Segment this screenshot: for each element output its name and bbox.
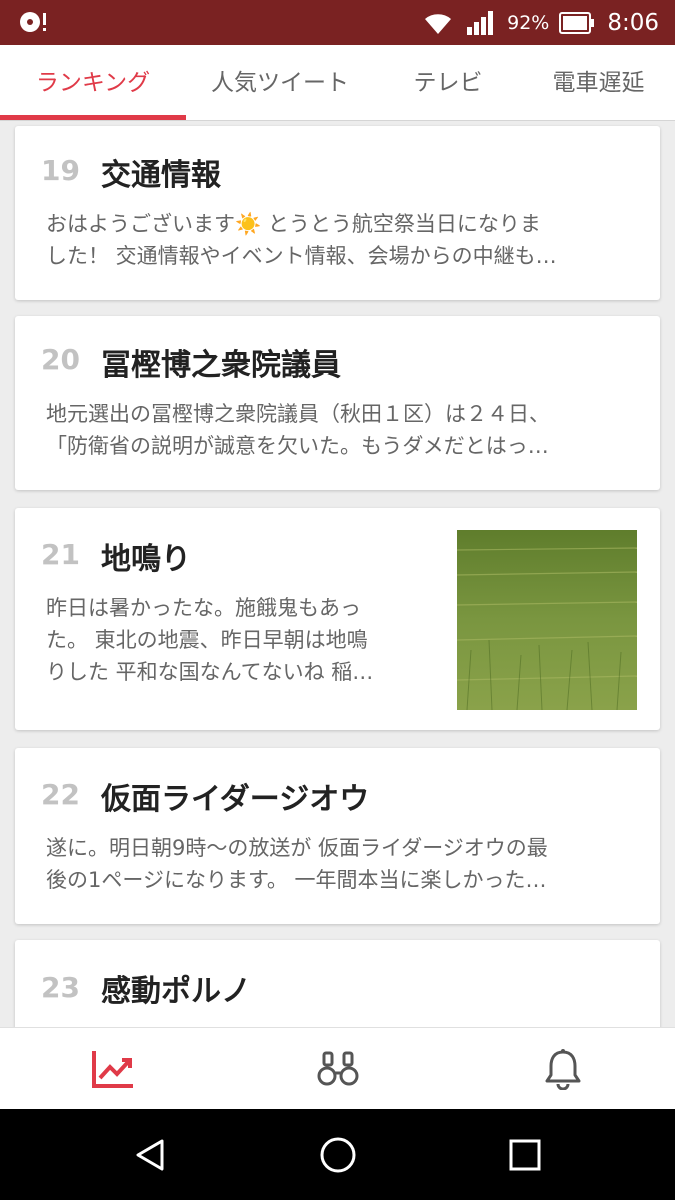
recents-icon xyxy=(509,1139,541,1170)
notification-icon xyxy=(18,9,50,35)
bell-icon xyxy=(545,1049,580,1090)
home-icon xyxy=(320,1137,356,1172)
item-excerpt: おはようございます☀️ とうとう航空祭当日になりま した！ 交通情報やイベント情… xyxy=(46,212,557,268)
tab-bar: ランキング 人気ツイート テレビ 電車遅延 xyxy=(0,45,675,121)
ranking-list: 19 交通情報 おはようございます☀️ とうとう航空祭当日になりま した！ 交通… xyxy=(0,122,675,1027)
list-item[interactable]: 21 地鳴り 昨日は暑かったな。施餓鬼もあっ た。 東北の地震、昨日早朝は地鳴 … xyxy=(15,508,660,730)
signal-icon xyxy=(467,10,494,35)
rank-number: 22 xyxy=(41,778,80,811)
back-icon xyxy=(136,1139,164,1170)
list-item[interactable]: 23 感動ポルノ xyxy=(15,940,660,1027)
binoculars-icon xyxy=(317,1051,358,1086)
thumbnail-image xyxy=(457,530,637,710)
nav-ranking[interactable] xyxy=(0,1028,225,1110)
active-tab-indicator xyxy=(0,115,186,120)
item-title: 冨樫博之衆院議員 xyxy=(101,348,341,383)
rank-number: 21 xyxy=(41,538,80,571)
nav-discover[interactable] xyxy=(225,1028,450,1110)
item-title: 地鳴り xyxy=(101,542,191,577)
rank-number: 19 xyxy=(41,154,80,187)
item-excerpt: 地元選出の冨樫博之衆院議員（秋田１区）は２４日、 「防衛省の説明が誠意を欠いた。… xyxy=(46,402,550,458)
nav-notifications[interactable] xyxy=(450,1028,675,1110)
system-back-button[interactable] xyxy=(100,1109,200,1200)
list-item[interactable]: 20 冨樫博之衆院議員 地元選出の冨樫博之衆院議員（秋田１区）は２４日、 「防衛… xyxy=(15,316,660,490)
tab-ranking[interactable]: ランキング xyxy=(0,45,186,121)
tab-tv[interactable]: テレビ xyxy=(374,45,522,121)
bottom-navigation xyxy=(0,1027,675,1109)
rank-number: 23 xyxy=(41,971,80,1004)
battery-percent: 92% xyxy=(507,11,550,34)
item-excerpt: 遂に。明日朝9時〜の放送が 仮面ライダージオウの最 後の1ページになります。 一… xyxy=(46,836,548,892)
list-item[interactable]: 19 交通情報 おはようございます☀️ とうとう航空祭当日になりま した！ 交通… xyxy=(15,126,660,300)
item-title: 交通情報 xyxy=(101,158,221,193)
battery-icon xyxy=(559,11,595,34)
system-navigation-bar xyxy=(0,1109,675,1200)
trending-chart-icon xyxy=(91,1051,133,1088)
system-home-button[interactable] xyxy=(288,1109,388,1200)
system-recents-button[interactable] xyxy=(475,1109,575,1200)
item-title: 感動ポルノ xyxy=(101,974,251,1009)
tab-popular-tweets[interactable]: 人気ツイート xyxy=(186,45,374,121)
wifi-icon xyxy=(425,13,452,34)
status-bar: 92% 8:06 xyxy=(0,0,675,45)
tab-train-delays[interactable]: 電車遅延 xyxy=(522,45,675,121)
clock: 8:06 xyxy=(607,9,659,36)
rank-number: 20 xyxy=(41,343,80,376)
list-item[interactable]: 22 仮面ライダージオウ 遂に。明日朝9時〜の放送が 仮面ライダージオウの最 後… xyxy=(15,748,660,924)
item-title: 仮面ライダージオウ xyxy=(101,782,370,817)
item-excerpt: 昨日は暑かったな。施餓鬼もあっ た。 東北の地震、昨日早朝は地鳴 りした 平和な… xyxy=(46,596,374,684)
